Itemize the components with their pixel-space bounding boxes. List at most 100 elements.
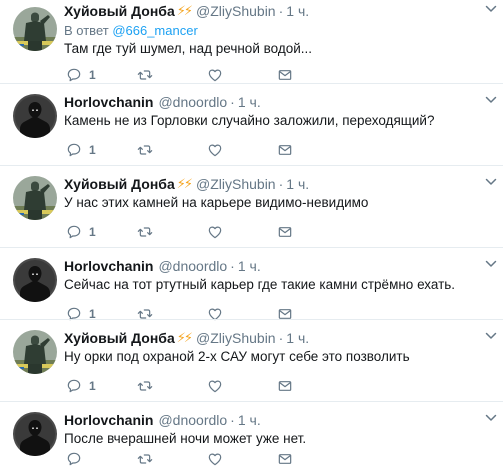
tweet-text: Ну орки под охраной 2-х САУ могут себе э… xyxy=(64,349,410,364)
tweet-content: Хуйовый Донба ⚡⚡ @ZliyShubin · 1 ч. Ну орки п… xyxy=(64,329,495,366)
heart-icon xyxy=(207,142,223,158)
author-handle[interactable]: @dnoordlo xyxy=(158,93,227,111)
timestamp[interactable]: 1 ч. xyxy=(238,257,261,275)
reply-icon xyxy=(66,451,82,467)
author-handle[interactable]: @ZliyShubin xyxy=(196,329,276,347)
author-handle[interactable]: @dnoordlo xyxy=(158,411,227,429)
author-name[interactable]: Хуйовый Донба xyxy=(64,2,175,20)
like-button[interactable] xyxy=(207,451,223,467)
envelope-icon xyxy=(277,142,293,158)
avatar[interactable] xyxy=(13,258,57,302)
tweet-text: После вчерашней ночи может уже нет. xyxy=(64,431,307,446)
tweet-actions: 1 xyxy=(0,377,503,395)
retweet-icon xyxy=(137,67,153,83)
reply-count: 1 xyxy=(89,143,96,157)
reply-count: 1 xyxy=(89,379,96,393)
author-name[interactable]: Хуйовый Донба xyxy=(64,175,175,193)
avatar[interactable] xyxy=(13,176,57,220)
reply-to-handle[interactable]: @666_mancer xyxy=(112,23,197,38)
reply-button[interactable] xyxy=(66,451,82,467)
author-handle[interactable]: @dnoordlo xyxy=(158,257,227,275)
retweet-icon xyxy=(137,224,153,240)
direct-message-button[interactable] xyxy=(277,224,293,240)
chevron-down-icon[interactable] xyxy=(485,259,497,269)
reply-button[interactable]: 1 xyxy=(66,378,96,394)
envelope-icon xyxy=(277,451,293,467)
lightning-emoji: ⚡⚡ xyxy=(176,330,193,345)
reply-prefix: В ответ xyxy=(64,23,113,38)
envelope-icon xyxy=(277,67,293,83)
timestamp[interactable]: 1 ч. xyxy=(286,2,309,20)
tweet-actions: 1 xyxy=(0,141,503,159)
retweet-button[interactable] xyxy=(137,378,153,394)
separator-dot: · xyxy=(230,412,235,428)
tweet-content: Хуйовый Донба ⚡⚡ @ZliyShubin · 1 ч. У нас эти… xyxy=(64,175,495,212)
tweet-actions: 1 xyxy=(0,66,503,84)
lightning-emoji: ⚡⚡ xyxy=(176,3,193,18)
envelope-icon xyxy=(277,378,293,394)
author-handle[interactable]: @ZliyShubin xyxy=(196,175,276,193)
tweet-actions xyxy=(0,450,503,468)
tweet-header: Horlovchanin @dnoordlo · 1 ч. xyxy=(64,93,495,111)
author-name[interactable]: Horlovchanin xyxy=(64,93,153,111)
retweet-icon xyxy=(137,451,153,467)
reply-count: 1 xyxy=(89,225,96,239)
author-name[interactable]: Horlovchanin xyxy=(64,411,153,429)
direct-message-button[interactable] xyxy=(277,67,293,83)
like-button[interactable] xyxy=(207,378,223,394)
direct-message-button[interactable] xyxy=(277,142,293,158)
timestamp[interactable]: 1 ч. xyxy=(286,329,309,347)
timestamp[interactable]: 1 ч. xyxy=(238,411,261,429)
tweet-header: Хуйовый Донба ⚡⚡ @ZliyShubin · 1 ч. xyxy=(64,175,495,193)
like-button[interactable] xyxy=(207,67,223,83)
tweet-text: Там где туй шумел, над речной водой... xyxy=(64,41,313,56)
author-handle[interactable]: @ZliyShubin xyxy=(196,2,276,20)
retweet-button[interactable] xyxy=(137,451,153,467)
chevron-down-icon[interactable] xyxy=(485,331,497,341)
envelope-icon xyxy=(277,224,293,240)
tweet-text: Сейчас на тот ртутный карьер где такие к… xyxy=(64,277,456,292)
timestamp[interactable]: 1 ч. xyxy=(238,93,261,111)
chevron-down-icon[interactable] xyxy=(485,413,497,423)
reply-icon xyxy=(66,378,82,394)
separator-dot: · xyxy=(230,94,235,110)
tweet-content: Horlovchanin @dnoordlo · 1 ч. Камень не из Г… xyxy=(64,93,495,130)
heart-icon xyxy=(207,67,223,83)
avatar[interactable] xyxy=(13,330,57,374)
direct-message-button[interactable] xyxy=(277,378,293,394)
separator-dot: · xyxy=(278,330,284,346)
tweet-content: Хуйовый Донба ⚡⚡ @ZliyShubin · 1 ч. В ответ @… xyxy=(64,2,495,58)
retweet-button[interactable] xyxy=(137,142,153,158)
retweet-button[interactable] xyxy=(137,224,153,240)
reply-button[interactable]: 1 xyxy=(66,224,96,240)
author-name[interactable]: Horlovchanin xyxy=(64,257,153,275)
chevron-down-icon[interactable] xyxy=(485,4,497,14)
direct-message-button[interactable] xyxy=(277,451,293,467)
heart-icon xyxy=(207,378,223,394)
tweet-text: Камень не из Горловки случайно заложили,… xyxy=(64,113,435,128)
heart-icon xyxy=(207,224,223,240)
reply-icon xyxy=(66,67,82,83)
avatar[interactable] xyxy=(13,94,57,138)
tweet-header: Хуйовый Донба ⚡⚡ @ZliyShubin · 1 ч. xyxy=(64,2,495,20)
tweet-header: Horlovchanin @dnoordlo · 1 ч. xyxy=(64,411,495,429)
reply-context: В ответ @666_mancer xyxy=(64,22,495,39)
like-button[interactable] xyxy=(207,224,223,240)
chevron-down-icon[interactable] xyxy=(485,177,497,187)
lightning-emoji: ⚡⚡ xyxy=(176,176,193,191)
tweet-actions: 1 xyxy=(0,223,503,241)
tweet-header: Хуйовый Донба ⚡⚡ @ZliyShubin · 1 ч. xyxy=(64,329,495,347)
reply-button[interactable]: 1 xyxy=(66,67,96,83)
author-name[interactable]: Хуйовый Донба xyxy=(64,329,175,347)
avatar[interactable] xyxy=(13,7,57,51)
like-button[interactable] xyxy=(207,142,223,158)
tweet-content: Horlovchanin @dnoordlo · 1 ч. Сейчас на тот … xyxy=(64,257,495,294)
timestamp[interactable]: 1 ч. xyxy=(286,175,309,193)
reply-count: 1 xyxy=(89,68,96,82)
chevron-down-icon[interactable] xyxy=(485,95,497,105)
retweet-icon xyxy=(137,378,153,394)
retweet-button[interactable] xyxy=(137,67,153,83)
reply-button[interactable]: 1 xyxy=(66,142,96,158)
retweet-icon xyxy=(137,142,153,158)
separator-dot: · xyxy=(278,3,284,19)
